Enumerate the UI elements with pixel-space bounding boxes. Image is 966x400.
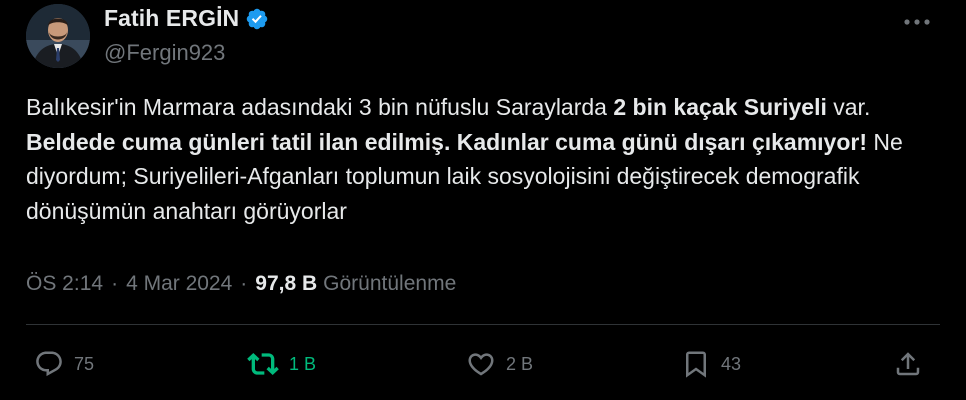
share-button[interactable]	[893, 348, 923, 380]
bookmark-button[interactable]: 43	[681, 348, 741, 380]
like-count: 2 B	[506, 353, 534, 374]
verified-badge-icon	[247, 8, 268, 29]
bookmark-count: 43	[721, 353, 742, 374]
views-label[interactable]: Görüntülenme	[323, 272, 456, 296]
views-count[interactable]: 97,8 B	[255, 272, 317, 296]
meta-separator: ·	[240, 272, 248, 295]
more-dots-icon	[904, 19, 930, 25]
tweet-meta: ÖS 2:14 · 4 Mar 2024 · 97,8 B Görüntülen…	[26, 272, 456, 296]
more-button[interactable]	[898, 12, 936, 32]
avatar-image	[26, 4, 90, 68]
avatar[interactable]	[26, 4, 90, 68]
divider	[26, 324, 940, 325]
meta-separator: ·	[111, 272, 119, 295]
heart-icon	[468, 353, 494, 376]
author-name-row[interactable]: Fatih ERGİN	[104, 5, 269, 32]
tweet-text-segment: Balıkesir'in Marmara adasındaki 3 bin nü…	[26, 94, 614, 120]
tweet-text-bold-segment: Beldede cuma günleri tatil ilan edilmiş.…	[26, 128, 868, 155]
tweet-text: Balıkesir'in Marmara adasındaki 3 bin nü…	[26, 90, 946, 228]
reply-button[interactable]: 75	[34, 348, 94, 380]
reply-icon	[36, 351, 62, 377]
share-icon	[896, 352, 920, 376]
tweet-text-bold-segment: 2 bin kaçak Suriyeli	[613, 94, 827, 120]
bookmark-icon	[686, 351, 706, 378]
author-display-name[interactable]: Fatih ERGİN	[104, 5, 239, 32]
tweet-text-segment: var.	[826, 94, 871, 120]
tweet-date[interactable]: 4 Mar 2024	[126, 272, 232, 296]
repost-count: 1 B	[289, 353, 317, 374]
tweet: Fatih ERGİN @Fergin923 Balıkesir'in Marm…	[0, 0, 966, 400]
author-handle[interactable]: @Fergin923	[104, 40, 225, 66]
tweet-time[interactable]: ÖS 2:14	[26, 272, 103, 296]
repost-icon	[247, 353, 279, 375]
repost-button[interactable]: 1 B	[247, 348, 316, 380]
reply-count: 75	[74, 353, 95, 374]
like-button[interactable]: 2 B	[466, 348, 533, 380]
